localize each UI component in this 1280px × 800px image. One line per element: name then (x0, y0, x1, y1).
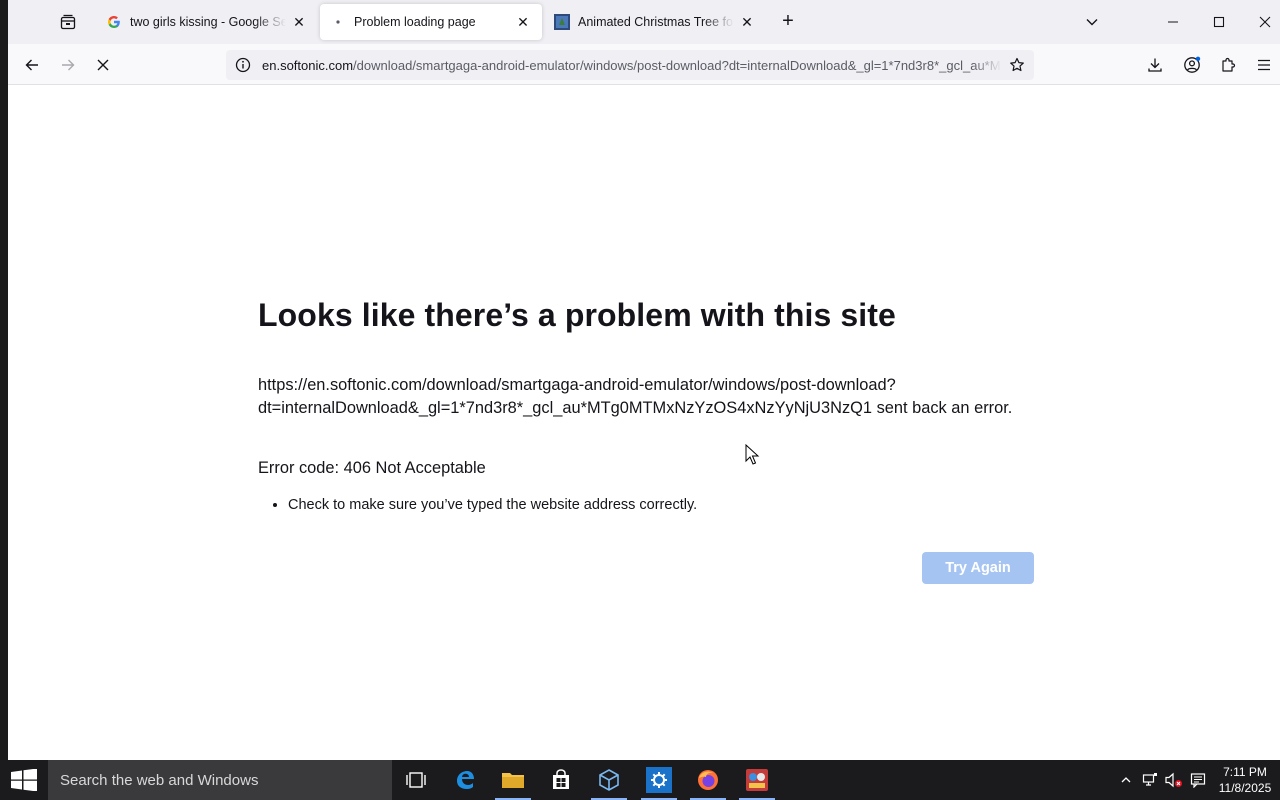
firefox-view-button[interactable] (52, 8, 84, 36)
notification-icon (1190, 773, 1206, 788)
account-button[interactable] (1177, 50, 1207, 80)
gear-icon (646, 767, 672, 793)
forward-button[interactable] (53, 50, 83, 80)
clock[interactable]: 7:11 PM 11/8/2025 (1210, 764, 1280, 796)
browser-window: two girls kissing - Google Search ✕ Prob… (8, 0, 1280, 760)
close-window-button[interactable] (1250, 8, 1280, 36)
chevron-up-icon (1121, 777, 1131, 783)
file-explorer-button[interactable] (489, 760, 537, 800)
app-menu-button[interactable] (1249, 50, 1279, 80)
extensions-button[interactable] (1213, 50, 1243, 80)
network-icon (1142, 773, 1157, 786)
new-tab-button[interactable]: + (776, 10, 800, 34)
folder-icon (502, 773, 524, 788)
error-description: https://en.softonic.com/download/smartga… (258, 376, 1013, 417)
edge-button[interactable] (441, 760, 489, 800)
error-code: Error code: 406 Not Acceptable (258, 459, 486, 477)
suggestion-list: Check to make sure you’ve typed the webs… (288, 497, 697, 513)
site-info-button[interactable] (228, 50, 258, 80)
puzzle-icon (1222, 57, 1236, 72)
navigation-toolbar: en.softonic.com/download/smartgaga-andro… (8, 44, 1280, 85)
arrow-left-icon (25, 59, 38, 71)
show-hidden-icons-button[interactable] (1114, 760, 1138, 800)
downloads-button[interactable] (1140, 50, 1170, 80)
taskbar: Search the web and Windows 7:11 PM 11/8/… (0, 760, 1280, 800)
firefox-view-icon (60, 14, 76, 30)
tab-title: Animated Christmas Tree for Desktop (578, 15, 734, 29)
download-icon (1148, 58, 1162, 72)
account-icon (1184, 56, 1201, 73)
list-all-tabs-button[interactable] (1080, 10, 1104, 34)
volume-button[interactable] (1162, 760, 1186, 800)
edge-icon (457, 771, 474, 789)
settings-button[interactable] (635, 760, 683, 800)
maximize-button[interactable] (1204, 8, 1234, 36)
back-button[interactable] (17, 50, 47, 80)
firefox-button[interactable] (684, 760, 732, 800)
tab-title: two girls kissing - Google Search (130, 15, 286, 29)
minimize-button[interactable] (1158, 8, 1188, 36)
tab-title: Problem loading page (354, 15, 476, 29)
clock-date: 11/8/2025 (1218, 781, 1272, 795)
info-icon (235, 57, 251, 73)
task-view-button[interactable] (392, 760, 440, 800)
chevron-down-icon (1086, 19, 1098, 26)
start-button[interactable] (0, 760, 48, 800)
taskbar-search-box[interactable]: Search the web and Windows (48, 760, 392, 800)
error-page: Looks like there’s a problem with this s… (8, 85, 1280, 760)
minimize-icon (1168, 21, 1178, 23)
tab-strip: two girls kissing - Google Search ✕ Prob… (8, 0, 1280, 44)
action-center-button[interactable] (1186, 760, 1210, 800)
tab-close-icon[interactable]: ✕ (738, 13, 756, 31)
firefox-icon (698, 770, 718, 790)
suggestion-item: Check to make sure you’ve typed the webs… (288, 497, 697, 513)
loading-icon (330, 14, 346, 30)
network-button[interactable] (1138, 760, 1162, 800)
url-text[interactable]: en.softonic.com/download/smartgaga-andro… (258, 58, 1002, 73)
tab-christmas-tree[interactable]: Animated Christmas Tree for Desktop ✕ (544, 4, 766, 40)
windows-logo-icon (11, 769, 37, 791)
close-icon (1259, 16, 1271, 28)
tab-close-icon[interactable]: ✕ (514, 13, 532, 31)
address-bar[interactable]: en.softonic.com/download/smartgaga-andro… (226, 50, 1034, 80)
virtualbox-button[interactable] (585, 760, 633, 800)
clock-time: 7:11 PM (1223, 765, 1267, 779)
hamburger-menu-icon (1258, 59, 1270, 71)
maximize-icon (1213, 16, 1225, 28)
store-button[interactable] (537, 760, 585, 800)
tab-problem-loading[interactable]: Problem loading page ✕ (320, 4, 542, 40)
try-again-button[interactable]: Try Again (922, 552, 1034, 584)
app-grid-icon (746, 769, 768, 791)
bookmark-button[interactable] (1002, 50, 1032, 80)
speaker-muted-icon (1165, 772, 1182, 788)
error-title: Looks like there’s a problem with this s… (258, 297, 896, 333)
app-button[interactable] (733, 760, 781, 800)
url-path: /download/smartgaga-android-emulator/win… (353, 57, 1002, 73)
store-bag-icon (553, 769, 569, 789)
url-host: en.softonic.com (262, 57, 354, 73)
tab-close-icon[interactable]: ✕ (290, 13, 308, 31)
google-g-icon (106, 14, 122, 30)
mouse-cursor-icon (745, 444, 760, 465)
arrow-right-icon (62, 59, 75, 71)
tab-google-search[interactable]: two girls kissing - Google Search ✕ (96, 4, 318, 40)
task-view-icon (406, 772, 426, 788)
stop-button[interactable] (88, 50, 118, 80)
stop-icon (97, 59, 109, 71)
star-icon (1010, 57, 1024, 72)
system-tray: 7:11 PM 11/8/2025 (1114, 760, 1280, 800)
image-thumb-icon (554, 14, 570, 30)
cube-icon (599, 769, 619, 791)
